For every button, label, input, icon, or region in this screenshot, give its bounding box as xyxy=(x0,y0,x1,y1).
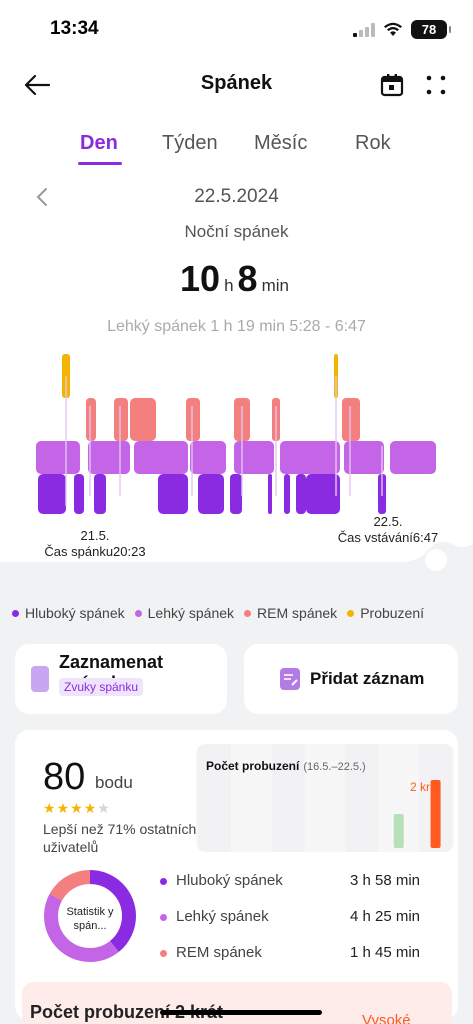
sleep-score-value: 80 xyxy=(43,756,86,798)
wifi-icon xyxy=(384,22,402,36)
sleep-sounds-chip[interactable]: Zvuky spánku xyxy=(59,678,144,696)
status-time: 13:34 xyxy=(50,18,99,39)
more-grid-icon xyxy=(426,75,446,95)
stat-value-deep: 3 h 58 min xyxy=(349,872,420,889)
legend-item-awake: Probuzení xyxy=(347,602,424,624)
calendar-icon xyxy=(380,74,404,97)
record-sleep-card[interactable]: Zaznamenat spánek Zvuky spánku xyxy=(15,644,227,714)
phone-moon-icon xyxy=(31,666,49,692)
selected-phase-info: Lehký spánek 1 h 19 min 5:28 - 6:47 xyxy=(107,318,366,335)
wake-chart-bar xyxy=(393,814,404,848)
tab-year[interactable]: Rok xyxy=(355,132,391,155)
wake-count-alert-card[interactable]: Počet probuzení 2 krát Vysoké xyxy=(22,982,452,1024)
star-filled-icon: ★ xyxy=(56,800,71,816)
calendar-button[interactable] xyxy=(376,68,408,102)
stat-row-rem: REM spánek 1 h 45 min xyxy=(160,944,420,966)
alert-level: Vysoké xyxy=(362,1012,411,1024)
legend-label-rem: REM spánek xyxy=(257,605,338,621)
legend-dot-deep xyxy=(12,609,19,617)
wake-count-title-text: Počet probuzení xyxy=(206,759,300,773)
add-record-title: Přidat záznam xyxy=(310,669,425,688)
stat-row-light: Lehký spánek 4 h 25 min xyxy=(160,908,420,930)
score-comparison-text: Lepší než 71% ostatních uživatelů xyxy=(43,821,197,855)
stat-dot-rem xyxy=(160,950,167,957)
star-empty-icon: ★ xyxy=(97,800,111,816)
hypnogram-awake-band xyxy=(62,354,338,398)
stat-dot-deep xyxy=(160,878,167,885)
sleep-score-card[interactable]: 80 bodu ★★★★★ Lepší než 71% ostatních už… xyxy=(15,730,458,1020)
sleep-score-unit: bodu xyxy=(95,773,133,792)
duration-hours-unit: h xyxy=(224,276,234,295)
date-navigator: 22.5.2024 xyxy=(0,184,473,212)
star-filled-icon: ★ xyxy=(83,800,98,816)
legend-dot-rem xyxy=(244,609,252,617)
tab-month[interactable]: Měsíc xyxy=(254,132,307,155)
stat-name-deep: Hluboký spánek xyxy=(176,872,283,889)
star-filled-icon: ★ xyxy=(43,800,57,816)
cellular-signal-icon xyxy=(353,22,375,37)
status-bar: 13:34 78 xyxy=(0,0,473,62)
more-button[interactable] xyxy=(420,68,452,102)
period-tabs: Den Týden Měsíc Rok xyxy=(0,130,473,170)
legend-dot-awake xyxy=(347,609,355,617)
sleep-hypnogram[interactable] xyxy=(30,346,442,518)
battery-icon: 78 xyxy=(411,20,451,39)
stat-dot-light xyxy=(160,914,167,921)
hypnogram-rem-band xyxy=(86,398,360,441)
current-date: 22.5.2024 xyxy=(194,186,279,207)
hypnogram-light-band xyxy=(36,441,436,474)
home-indicator[interactable] xyxy=(160,1010,322,1015)
legend-item-deep: Hluboký spánek xyxy=(12,602,125,624)
sleep-stage-legend: Hluboký spánek Lehký spánek REM spánek P… xyxy=(0,602,473,624)
status-icons: 78 xyxy=(353,20,451,39)
stat-name-rem: REM spánek xyxy=(176,944,262,961)
wake-count-range: (16.5.–22.5.) xyxy=(303,761,366,773)
stat-value-light: 4 h 25 min xyxy=(349,908,420,925)
donut-center-label: Statistik y spán... xyxy=(66,906,114,932)
star-filled-icon: ★ xyxy=(70,800,84,816)
legend-label-awake: Probuzení xyxy=(360,605,425,621)
wake-count-chart[interactable]: Počet probuzení (16.5.–22.5.) 2 krát xyxy=(196,744,454,852)
wake-up-date: 22.5. xyxy=(373,514,403,529)
duration-minutes-unit: min xyxy=(261,276,289,295)
add-record-card[interactable]: Přidat záznam xyxy=(244,644,458,714)
wake-count-title: Počet probuzení (16.5.–22.5.) xyxy=(206,759,366,773)
tab-active-underline xyxy=(78,162,122,165)
sleep-type-label: Noční spánek xyxy=(184,222,289,241)
duration-minutes: 8 xyxy=(237,258,258,299)
wake-count-latest-value: 2 krát xyxy=(410,780,441,794)
tab-day[interactable]: Den xyxy=(80,132,118,155)
stat-name-light: Lehký spánek xyxy=(176,908,269,925)
header: Spánek xyxy=(0,62,473,108)
legend-label-deep: Hluboký spánek xyxy=(25,605,125,621)
legend-item-rem: REM spánek xyxy=(244,602,337,624)
legend-item-light: Lehký spánek xyxy=(134,602,235,624)
legend-label-light: Lehký spánek xyxy=(147,605,235,621)
total-sleep-duration: 10 h 8 min xyxy=(0,258,473,300)
stat-value-rem: 1 h 45 min xyxy=(349,944,420,961)
stat-row-deep: Hluboký spánek 3 h 58 min xyxy=(160,872,420,894)
duration-hours: 10 xyxy=(180,258,221,299)
section-wave-decoration xyxy=(0,541,473,580)
edit-note-icon xyxy=(280,668,300,690)
legend-dot-light xyxy=(134,609,142,617)
tab-week[interactable]: Týden xyxy=(162,132,218,155)
score-stars-rating: ★★★★★ xyxy=(43,800,111,817)
